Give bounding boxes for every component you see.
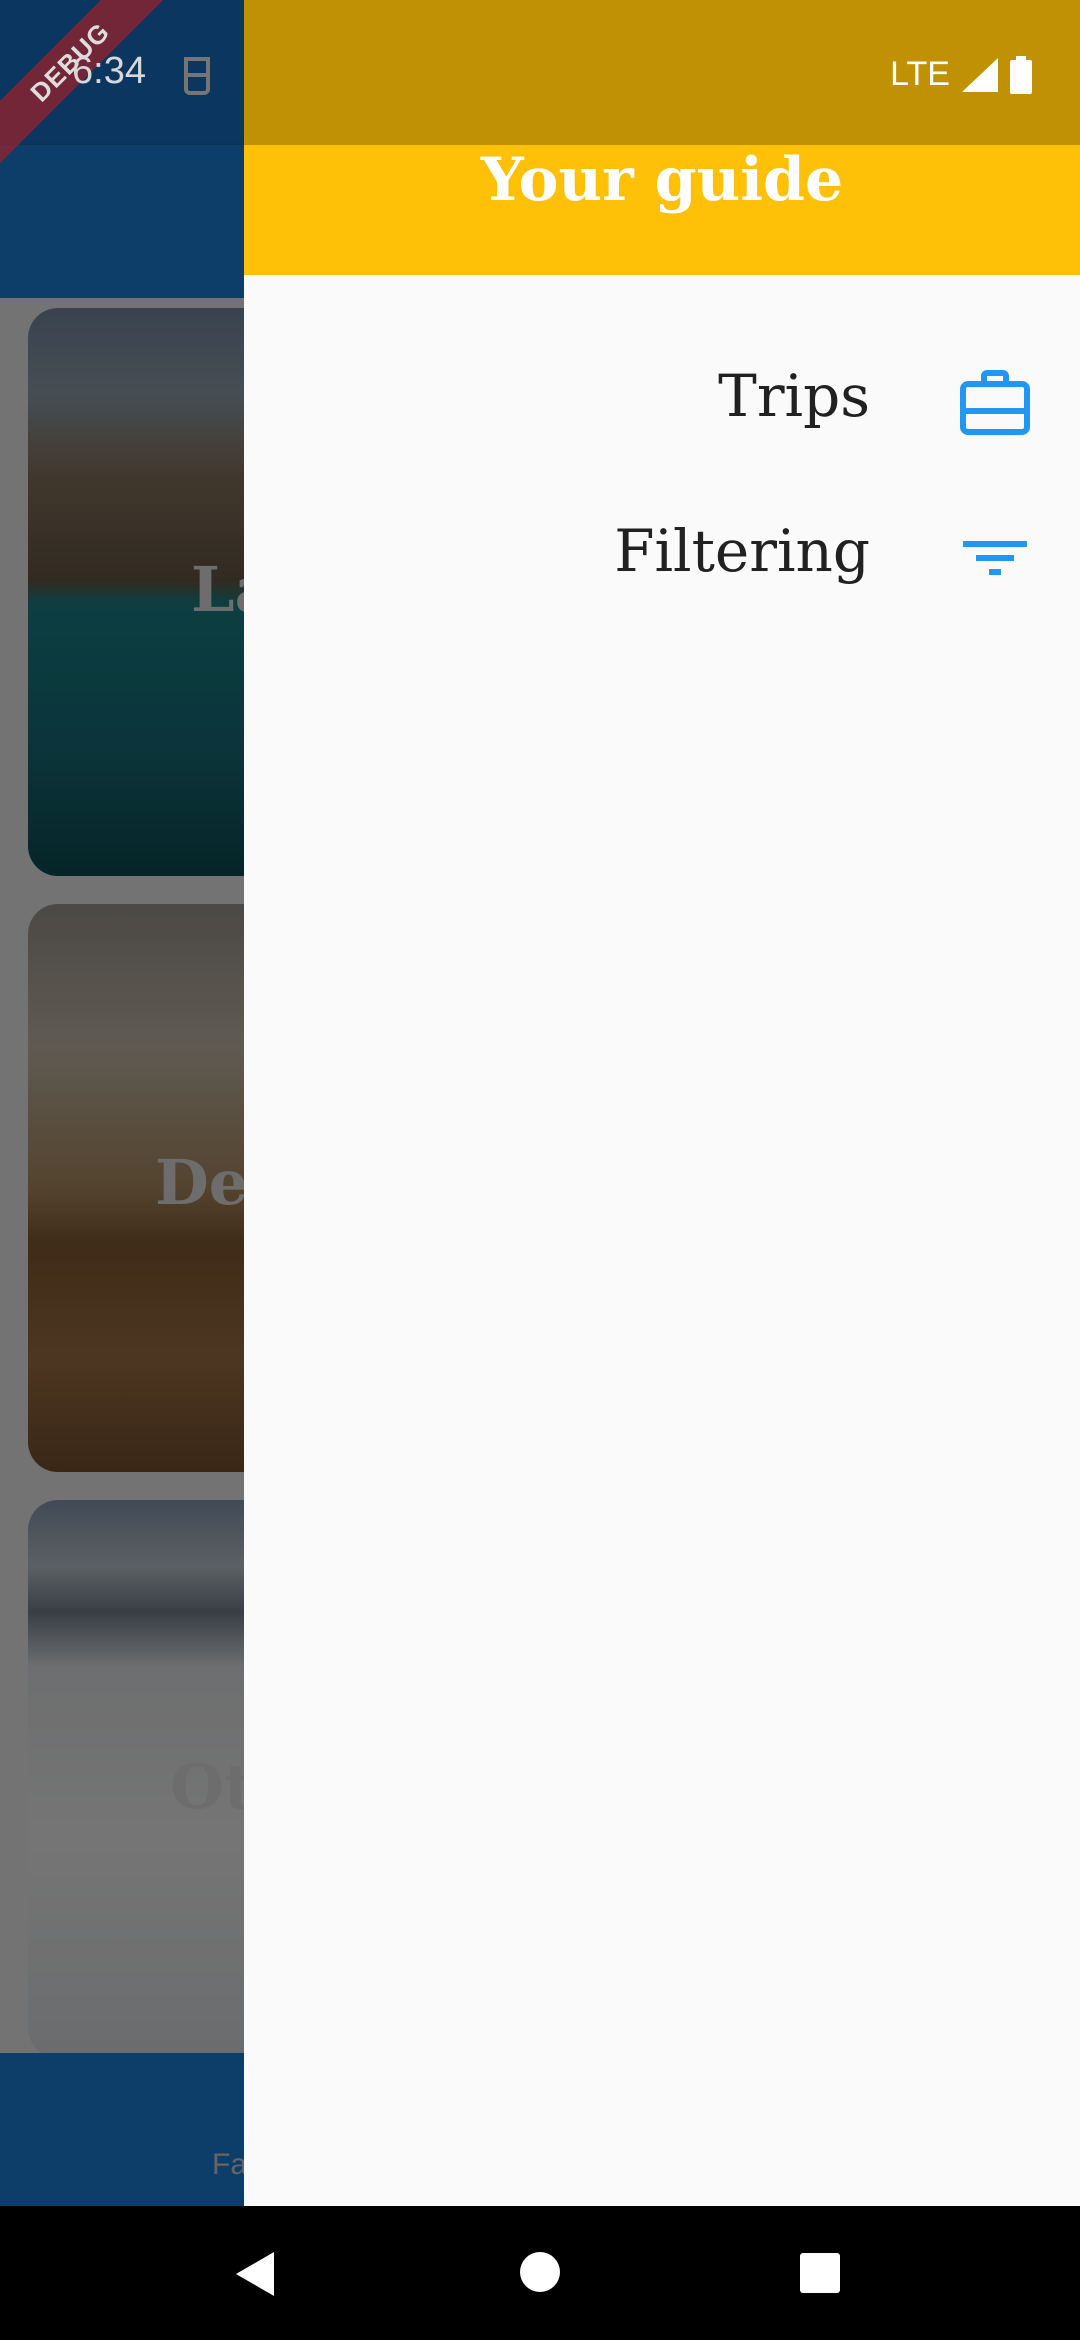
status-time: 6:34 [72,50,146,92]
drawer-status-bar: LTE [244,0,1080,145]
navigation-drawer: LTE Your guide Trips Filtering [244,0,1080,2206]
drawer-item-label: Filtering [614,517,870,585]
system-navigation-bar [0,2206,1080,2340]
drawer-header: Your guide [244,145,1080,275]
drawer-item-label: Trips [718,362,870,430]
network-type: LTE [890,55,950,93]
battery-icon [1010,55,1032,94]
drawer-item-trips[interactable]: Trips [244,340,1080,460]
home-icon[interactable] [518,2250,562,2294]
signal-icon [962,57,998,92]
status-icons: LTE [890,55,1032,94]
filter-icon [963,541,1027,575]
drawer-item-filtering[interactable]: Filtering [244,495,1080,615]
back-icon[interactable] [234,2250,278,2298]
briefcase-icon [960,370,1030,435]
recents-icon[interactable] [799,2252,841,2294]
drawer-title: Your guide [480,145,844,215]
